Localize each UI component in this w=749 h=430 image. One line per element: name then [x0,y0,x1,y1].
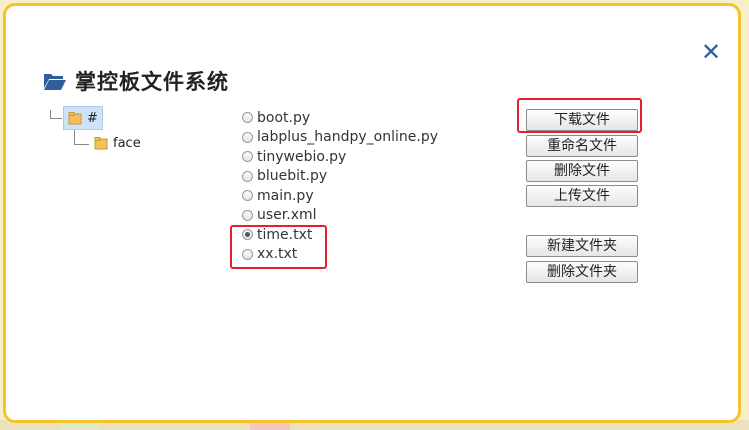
tree-node-label: face [113,135,141,151]
dialog-header: 掌控板文件系统 [43,66,229,96]
delete-file-button[interactable]: 删除文件 [526,160,638,182]
file-item[interactable]: bluebit.py [242,167,438,187]
file-name: labplus_handpy_online.py [257,129,439,146]
tree-connector [50,118,62,119]
upload-file-button[interactable]: 上传文件 [526,185,638,207]
file-radio[interactable] [242,170,253,182]
folder-open-icon [44,74,66,90]
file-item[interactable]: user.xml [242,206,438,226]
close-icon[interactable]: ✕ [700,40,722,64]
file-name: main.py [257,187,314,204]
tree-connector [74,144,89,145]
file-item[interactable]: boot.py [242,108,438,128]
dialog-title: 掌控板文件系统 [75,70,229,94]
file-radio[interactable] [242,112,253,124]
tree-node-face[interactable]: face [90,132,145,154]
file-name: tinywebio.py [257,148,347,165]
file-item[interactable]: main.py [242,186,438,206]
delete-folder-button[interactable]: 删除文件夹 [526,261,638,283]
tree-connector [74,129,75,144]
file-item[interactable]: tinywebio.py [242,147,438,167]
rename-file-button[interactable]: 重命名文件 [526,135,638,157]
tree-node-root[interactable]: # [63,106,103,130]
folder-icon [68,111,82,124]
file-radio[interactable] [242,190,253,202]
tree-node-label: # [87,110,98,126]
tree-connector [50,110,51,118]
file-name: boot.py [257,109,311,126]
file-name: bluebit.py [257,168,328,185]
file-radio[interactable] [242,209,253,221]
highlight-box [230,225,327,269]
folder-icon [94,136,108,149]
file-item[interactable]: labplus_handpy_online.py [242,128,438,148]
download-file-button[interactable]: 下载文件 [526,109,638,131]
new-folder-button[interactable]: 新建文件夹 [526,235,638,257]
file-name: user.xml [257,207,317,224]
file-radio[interactable] [242,151,253,163]
file-radio[interactable] [242,131,253,143]
